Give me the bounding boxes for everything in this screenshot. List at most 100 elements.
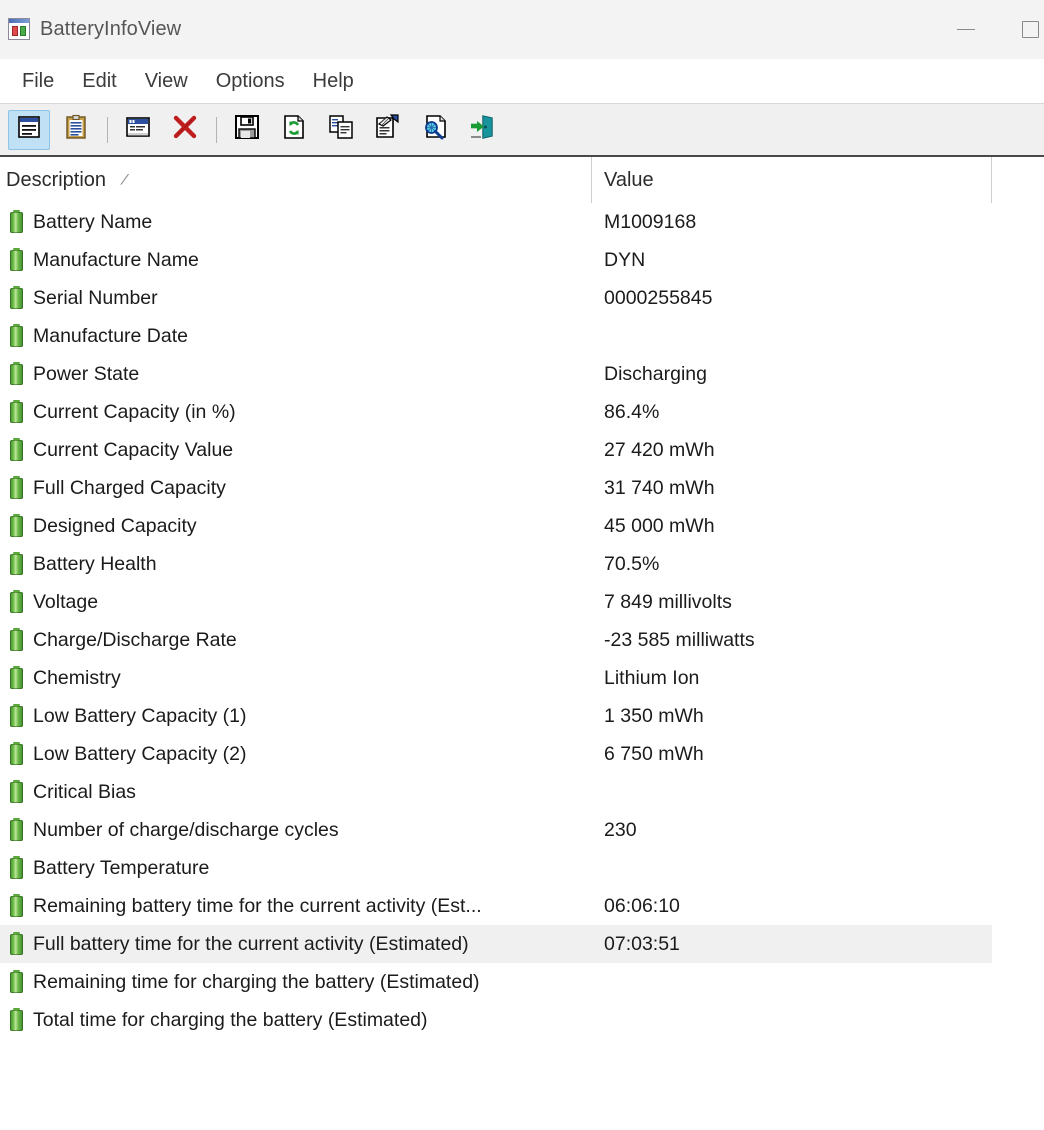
battery-icon	[10, 665, 23, 689]
battery-icon	[10, 513, 23, 537]
table-row[interactable]: Low Battery Capacity (2) 6 750 mWh	[0, 735, 1044, 773]
table-row[interactable]: Low Battery Capacity (1) 1 350 mWh	[0, 697, 1044, 735]
battery-icon	[10, 437, 23, 461]
row-value: 27 420 mWh	[604, 438, 715, 461]
column-header-description[interactable]: Description /	[0, 157, 592, 203]
clipboard-icon	[63, 114, 89, 145]
battery-icon	[10, 969, 23, 993]
table-row[interactable]: Chemistry Lithium Ion	[0, 659, 1044, 697]
battery-icon	[10, 893, 23, 917]
save-button[interactable]	[226, 110, 268, 150]
row-value: Discharging	[604, 362, 707, 385]
row-description: Manufacture Name	[33, 248, 199, 271]
battery-icon	[10, 817, 23, 841]
exit-button[interactable]	[461, 110, 503, 150]
battery-icon	[10, 551, 23, 575]
table-row[interactable]: Number of charge/discharge cycles 230	[0, 811, 1044, 849]
table-row[interactable]: Remaining battery time for the current a…	[0, 887, 1044, 925]
toolbar-separator-1	[107, 116, 108, 143]
battery-info-list: Battery Name M1009168 Manufacture Name DYN S…	[0, 203, 1044, 1039]
window-controls	[934, 0, 1044, 58]
menu-item-view[interactable]: View	[131, 68, 202, 95]
table-row[interactable]: Voltage 7 849 millivolts	[0, 583, 1044, 621]
window-title: BatteryInfoView	[40, 17, 182, 40]
table-row[interactable]: Manufacture Name DYN	[0, 241, 1044, 279]
row-description: Designed Capacity	[33, 514, 197, 537]
row-description: Serial Number	[33, 286, 158, 309]
row-value: 0000255845	[604, 286, 713, 309]
minimize-button[interactable]	[934, 0, 998, 58]
row-value: 1 350 mWh	[604, 704, 704, 727]
copy-button[interactable]	[320, 110, 362, 150]
list-column-header: Description / Value	[0, 157, 1044, 203]
table-row[interactable]: Total time for charging the battery (Est…	[0, 1001, 1044, 1039]
refresh-icon	[281, 113, 307, 146]
properties-view-icon	[16, 114, 42, 145]
maximize-button[interactable]	[998, 0, 1044, 58]
properties-window-button[interactable]	[117, 110, 159, 150]
refresh-button[interactable]	[273, 110, 315, 150]
row-value: M1009168	[604, 210, 697, 233]
battery-icon	[10, 931, 23, 955]
properties-view-button[interactable]	[8, 109, 50, 150]
toolbar-separator-2	[216, 116, 217, 143]
row-description: Low Battery Capacity (1)	[33, 704, 247, 727]
table-row[interactable]: Full Charged Capacity 31 740 mWh	[0, 469, 1044, 507]
battery-icon	[10, 323, 23, 347]
row-value: 86.4%	[604, 400, 660, 423]
find-button[interactable]	[414, 110, 456, 150]
table-row[interactable]: Current Capacity (in %) 86.4%	[0, 393, 1044, 431]
table-row[interactable]: Designed Capacity 45 000 mWh	[0, 507, 1044, 545]
exit-door-icon	[468, 113, 496, 146]
battery-icon	[10, 779, 23, 803]
toolbar	[0, 103, 1044, 157]
delete-button[interactable]	[164, 110, 206, 150]
row-value: 07:03:51	[604, 932, 680, 955]
row-description: Charge/Discharge Rate	[33, 628, 237, 651]
table-row[interactable]: Manufacture Date	[0, 317, 1044, 355]
table-row[interactable]: Battery Name M1009168	[0, 203, 1044, 241]
row-value: 45 000 mWh	[604, 514, 715, 537]
battery-icon	[10, 627, 23, 651]
menu-bar: File Edit View Options Help	[0, 59, 1044, 103]
battery-icon	[10, 361, 23, 385]
battery-icon	[10, 855, 23, 879]
menu-item-file[interactable]: File	[8, 68, 68, 95]
battery-app-icon	[8, 18, 30, 40]
find-icon	[421, 113, 449, 146]
table-row[interactable]: Critical Bias	[0, 773, 1044, 811]
row-description: Remaining time for charging the battery …	[33, 970, 480, 993]
table-row[interactable]: Charge/Discharge Rate -23 585 milliwatts	[0, 621, 1044, 659]
clipboard-button[interactable]	[55, 110, 97, 150]
row-description: Chemistry	[33, 666, 121, 689]
row-description: Number of charge/discharge cycles	[33, 818, 339, 841]
row-description: Battery Health	[33, 552, 157, 575]
row-description: Critical Bias	[33, 780, 136, 803]
column-header-value-label: Value	[604, 168, 654, 191]
menu-item-options[interactable]: Options	[202, 68, 299, 95]
table-row[interactable]: Remaining time for charging the battery …	[0, 963, 1044, 1001]
column-header-description-label: Description	[6, 168, 107, 191]
table-row[interactable]: Battery Health 70.5%	[0, 545, 1044, 583]
table-row[interactable]: Battery Temperature	[0, 849, 1044, 887]
menu-item-help[interactable]: Help	[299, 68, 368, 95]
table-row[interactable]: Current Capacity Value 27 420 mWh	[0, 431, 1044, 469]
row-description: Remaining battery time for the current a…	[33, 894, 482, 917]
table-row[interactable]: Serial Number 0000255845	[0, 279, 1044, 317]
menu-item-edit[interactable]: Edit	[68, 68, 130, 95]
delete-red-x-icon	[171, 113, 199, 146]
row-description: Current Capacity Value	[33, 438, 234, 461]
properties-window-icon	[124, 114, 152, 145]
table-row[interactable]: Power State Discharging	[0, 355, 1044, 393]
row-value: -23 585 milliwatts	[604, 628, 755, 651]
row-value: 31 740 mWh	[604, 476, 715, 499]
battery-icon	[10, 1007, 23, 1031]
html-report-icon	[374, 113, 402, 146]
row-description: Battery Temperature	[33, 856, 210, 879]
row-description: Full Charged Capacity	[33, 476, 226, 499]
row-description: Manufacture Date	[33, 324, 189, 347]
html-report-button[interactable]	[367, 110, 409, 150]
column-header-value[interactable]: Value	[592, 157, 992, 203]
row-description: Battery Name	[33, 210, 153, 233]
table-row[interactable]: Full battery time for the current activi…	[0, 925, 992, 963]
